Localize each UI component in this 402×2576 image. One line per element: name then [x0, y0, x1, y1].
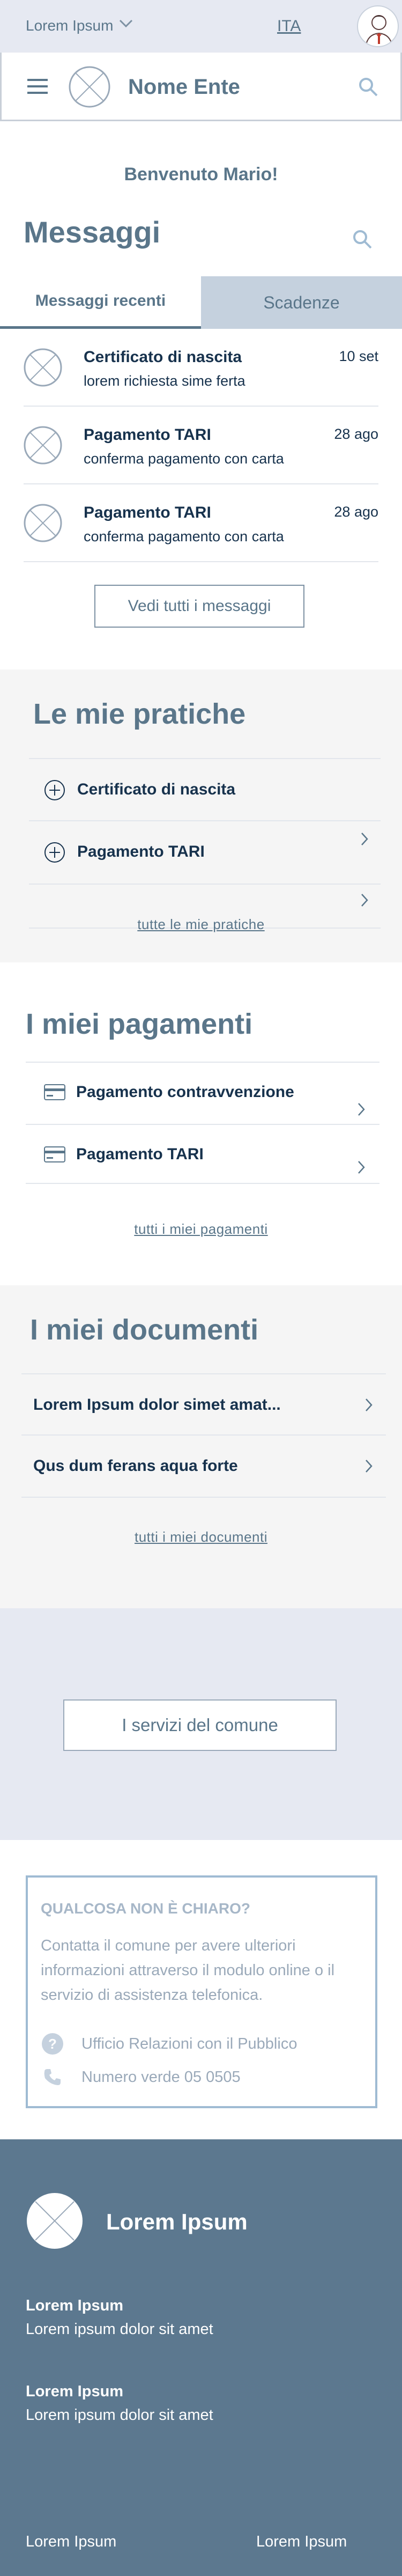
message-subtitle: conferma pagamento con carta	[84, 528, 284, 544]
see-all-messages-button[interactable]: Vedi tutti i messaggi	[94, 585, 304, 628]
messages-title: Messaggi	[24, 215, 161, 249]
footer-logo-icon[interactable]	[26, 2192, 84, 2250]
plus-circle-icon	[44, 842, 65, 866]
hamburger-menu-icon[interactable]	[27, 78, 48, 97]
payment-label: Pagamento contravvenzione	[76, 1083, 294, 1101]
tab-recent-messages[interactable]: Messaggi recenti	[0, 276, 201, 329]
site-header: Nome Ente	[0, 53, 402, 121]
message-subtitle: conferma pagamento con carta	[84, 451, 284, 467]
help-text: Contatta il comune per avere ulteriori i…	[41, 1937, 335, 2004]
document-item[interactable]: Lorem Ipsum dolor simet amat...	[21, 1373, 386, 1436]
payment-item[interactable]: Pagamento contravvenzione	[26, 1062, 379, 1125]
region-selector[interactable]: Lorem Ipsum	[26, 17, 113, 34]
practices-title: Le mie pratiche	[33, 698, 246, 730]
entity-logo-icon[interactable]	[68, 65, 111, 108]
message-title: Pagamento TARI	[84, 504, 211, 521]
placeholder-image-icon	[24, 426, 62, 465]
message-item[interactable]: Pagamento TARI conferma pagamento con ca…	[24, 407, 378, 484]
documents-section: I miei documenti Lorem Ipsum dolor simet…	[0, 1285, 402, 1608]
practice-item[interactable]: Certificato di nascita	[29, 758, 381, 821]
document-label: Qus dum ferans aqua forte	[33, 1457, 238, 1475]
chevron-down-icon[interactable]	[119, 19, 133, 31]
footer-link[interactable]: Lorem Ipsum	[26, 2533, 116, 2551]
avatar[interactable]	[357, 5, 399, 47]
plus-circle-icon	[44, 779, 65, 804]
message-subtitle: lorem richiesta sime ferta	[84, 373, 245, 389]
placeholder-image-icon	[24, 348, 62, 387]
payments-title: I miei pagamenti	[26, 1008, 253, 1040]
practice-item[interactable]: Pagamento TARI	[29, 821, 381, 885]
help-title: QUALCOSA NON È CHIARO?	[41, 1900, 250, 1917]
chevron-right-icon	[360, 893, 369, 910]
search-icon[interactable]	[358, 76, 379, 100]
help-office-link[interactable]: Ufficio Relazioni con il Pubblico	[81, 2035, 297, 2053]
practice-label: Certificato di nascita	[77, 781, 236, 798]
tab-deadlines[interactable]: Scadenze	[201, 276, 402, 329]
message-date: 28 ago	[334, 504, 378, 520]
footer-block-text: Lorem ipsum dolor sit amet	[26, 2406, 213, 2424]
site-footer: Lorem Ipsum Lorem Ipsum Lorem ipsum dolo…	[0, 2139, 402, 2576]
top-bar: Lorem Ipsum ITA	[0, 0, 402, 53]
chevron-right-icon	[364, 1459, 373, 1476]
chevron-right-icon	[360, 832, 369, 849]
message-item[interactable]: Pagamento TARI conferma pagamento con ca…	[24, 484, 378, 562]
placeholder-image-icon	[24, 504, 62, 542]
payment-label: Pagamento TARI	[76, 1145, 204, 1163]
all-practices-link[interactable]: tutte le mie pratiche	[0, 916, 402, 933]
chevron-right-icon	[357, 1102, 366, 1119]
chevron-right-icon	[357, 1160, 366, 1177]
help-box: QUALCOSA NON È CHIARO? Contatta il comun…	[26, 1875, 377, 2108]
document-label: Lorem Ipsum dolor simet amat...	[33, 1396, 281, 1414]
services-button[interactable]: I servizi del comune	[63, 1699, 337, 1751]
welcome-message: Benvenuto Mario!	[124, 164, 278, 185]
entity-name[interactable]: Nome Ente	[128, 75, 240, 99]
message-item[interactable]: Certificato di nascita lorem richiesta s…	[24, 329, 378, 407]
footer-block-text: Lorem ipsum dolor sit amet	[26, 2321, 213, 2338]
all-documents-link[interactable]: tutti i miei documenti	[0, 1529, 402, 1545]
footer-link[interactable]: Lorem Ipsum	[256, 2533, 347, 2551]
svg-text:?: ?	[48, 2036, 57, 2052]
message-title: Pagamento TARI	[84, 426, 211, 444]
credit-card-icon	[44, 1146, 65, 1165]
search-icon[interactable]	[352, 229, 373, 253]
documents-title: I miei documenti	[30, 1314, 259, 1346]
message-title: Certificato di nascita	[84, 348, 242, 366]
all-payments-link[interactable]: tutti i miei pagamenti	[0, 1221, 402, 1238]
message-date: 10 set	[339, 348, 378, 364]
credit-card-icon	[44, 1084, 65, 1103]
message-date: 28 ago	[334, 426, 378, 442]
practices-section: Le mie pratiche Certificato di nascita P…	[0, 669, 402, 962]
chevron-right-icon	[364, 1398, 373, 1415]
phone-icon	[43, 2067, 62, 2089]
footer-block-title: Lorem Ipsum	[26, 2297, 124, 2314]
practice-label: Pagamento TARI	[77, 843, 205, 860]
footer-block-title: Lorem Ipsum	[26, 2383, 124, 2400]
language-selector[interactable]: ITA	[277, 17, 301, 35]
footer-brand: Lorem Ipsum	[106, 2209, 248, 2234]
services-section: I servizi del comune	[0, 1608, 402, 1840]
document-item[interactable]: Qus dum ferans aqua forte	[21, 1436, 386, 1498]
question-circle-icon: ?	[41, 2032, 64, 2058]
help-phone-link[interactable]: Numero verde 05 0505	[81, 2069, 241, 2086]
payment-item[interactable]: Pagamento TARI	[26, 1125, 379, 1184]
